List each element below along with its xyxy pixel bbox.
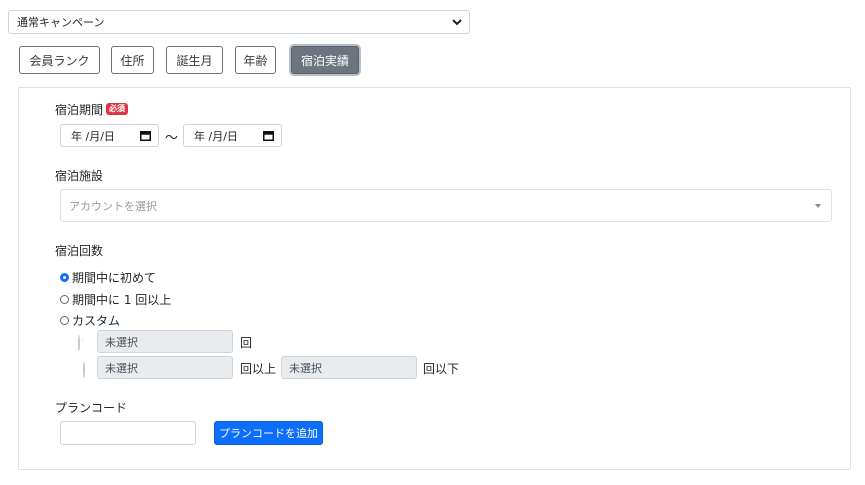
date-range-separator: 〜 xyxy=(165,131,179,146)
custom-range-max-input[interactable]: 未選択 xyxy=(281,356,417,379)
custom-range-min-input[interactable]: 未選択 xyxy=(97,356,233,379)
tab-address[interactable]: 住所 xyxy=(111,46,154,74)
tab-birth-month[interactable]: 誕生月 xyxy=(166,46,223,74)
tab-member-rank[interactable]: 会員ランク xyxy=(19,46,100,74)
plan-code-input[interactable] xyxy=(60,421,196,445)
calendar-icon[interactable] xyxy=(140,130,151,141)
campaign-select-value: 通常キャンペーン xyxy=(17,16,105,29)
chevron-down-icon xyxy=(452,19,462,26)
stay-period-to-input[interactable]: 年 /月/日 xyxy=(183,124,282,147)
add-plan-code-button[interactable]: プランコードを追加 xyxy=(214,421,323,445)
calendar-icon[interactable] xyxy=(263,130,274,141)
custom-exact-radio[interactable] xyxy=(78,335,80,351)
custom-range-radio[interactable] xyxy=(83,362,85,378)
custom-range-max-suffix: 回以下 xyxy=(423,362,460,376)
stay-count-option-first-time[interactable]: 期間中に初めて xyxy=(60,269,156,286)
caret-down-icon xyxy=(815,204,821,208)
campaign-select[interactable]: 通常キャンペーン xyxy=(8,10,470,34)
tab-age[interactable]: 年齢 xyxy=(235,46,276,74)
radio-button[interactable] xyxy=(60,295,69,304)
facility-select[interactable]: アカウントを選択 xyxy=(60,189,832,222)
tab-stay-history[interactable]: 宿泊実績 xyxy=(291,46,359,74)
stay-count-option-once-or-more[interactable]: 期間中に 1 回以上 xyxy=(60,291,171,308)
plan-code-label: プランコード xyxy=(55,401,128,415)
custom-exact-suffix: 回 xyxy=(240,336,253,350)
facility-label: 宿泊施設 xyxy=(55,169,104,183)
radio-button[interactable] xyxy=(60,273,69,282)
stay-period-label: 宿泊期間 必須 xyxy=(55,101,129,118)
required-badge: 必須 xyxy=(106,103,129,115)
stay-count-option-custom[interactable]: カスタム xyxy=(60,312,120,329)
custom-range-min-suffix: 回以上 xyxy=(240,362,277,376)
stay-period-from-input[interactable]: 年 /月/日 xyxy=(60,124,159,147)
custom-exact-count-input[interactable]: 未選択 xyxy=(97,330,233,353)
stay-count-label: 宿泊回数 xyxy=(55,244,104,258)
radio-button[interactable] xyxy=(60,316,69,325)
facility-select-placeholder: アカウントを選択 xyxy=(69,199,157,213)
